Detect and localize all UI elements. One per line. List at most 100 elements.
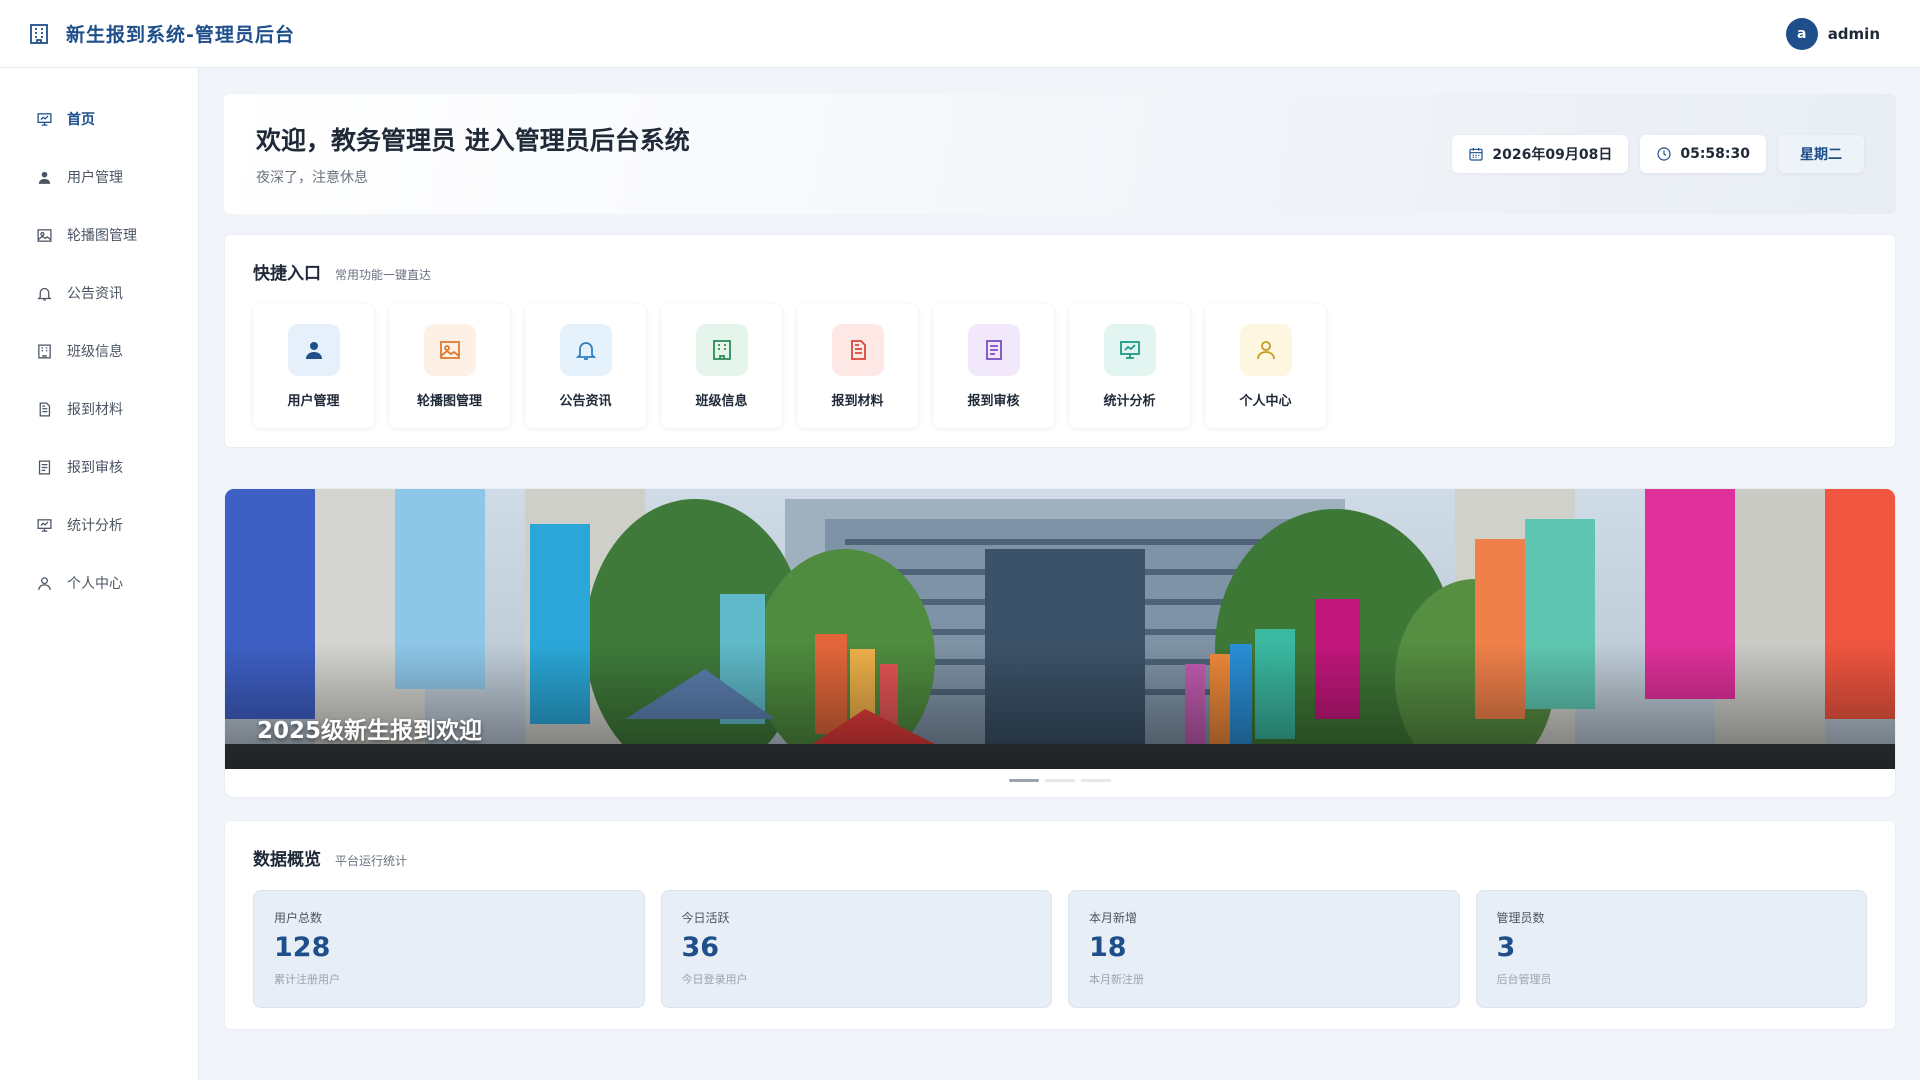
brand[interactable]: 新生报到系统-管理员后台 <box>26 20 295 47</box>
sidebar-item-users[interactable]: 用户管理 <box>0 148 198 206</box>
quick-item-label: 个人中心 <box>1239 393 1292 409</box>
presentation-icon <box>37 112 52 126</box>
weekday-chip: 星期二 <box>1778 135 1864 173</box>
stats-grid: 用户总数 128 累计注册用户 今日活跃 36 今日登录用户 本月新增 18 本… <box>253 890 1867 1008</box>
quick-item-label: 轮播图管理 <box>416 393 482 409</box>
quick-item-statistics[interactable]: 统计分析 <box>1069 304 1190 428</box>
data-overview-panel: 数据概览 平台运行统计 用户总数 128 累计注册用户 今日活跃 36 今日登录… <box>224 820 1896 1030</box>
profile-icon <box>1239 323 1292 376</box>
sidebar-item-label: 统计分析 <box>67 518 123 534</box>
main-content: 欢迎，教务管理员 进入管理员后台系统 夜深了，注意休息 2026年09月08日 … <box>224 94 1896 1030</box>
sidebar-item-label: 公告资讯 <box>67 286 123 302</box>
document-icon <box>831 323 884 376</box>
stat-description: 累计注册用户 <box>274 973 340 986</box>
sidebar-item-statistics[interactable]: 统计分析 <box>0 496 198 554</box>
sidebar-item-label: 报到审核 <box>67 460 123 476</box>
stat-card-new-this-month: 本月新增 18 本月新注册 <box>1068 890 1460 1008</box>
quick-item-label: 报到审核 <box>967 393 1020 409</box>
banner-caption: 2025级新生报到欢迎 <box>257 718 483 744</box>
building-icon <box>38 343 51 359</box>
building-icon <box>26 21 52 47</box>
quick-item-label: 报到材料 <box>831 393 884 409</box>
image-icon <box>423 323 476 376</box>
section-subtitle: 常用功能一键直达 <box>335 268 432 282</box>
stat-value: 3 <box>1496 932 1516 963</box>
checklist-icon <box>967 323 1020 376</box>
time-chip: 05:58:30 <box>1640 135 1766 173</box>
quick-item-announcements[interactable]: 公告资讯 <box>525 304 646 428</box>
section-subtitle: 平台运行统计 <box>335 854 408 868</box>
quick-item-carousel[interactable]: 轮播图管理 <box>389 304 510 428</box>
datetime-group: 2026年09月08日 05:58:30 星期二 <box>1452 135 1864 173</box>
stat-description: 后台管理员 <box>1496 973 1552 986</box>
image-icon <box>37 228 52 242</box>
stat-label: 管理员数 <box>1496 911 1545 925</box>
sidebar-item-label: 轮播图管理 <box>67 228 137 244</box>
sidebar: 首页 用户管理 轮播图管理 公告资讯 班级信息 报到材料 报到审核 统计分析 个… <box>0 68 199 1080</box>
avatar[interactable]: a <box>1785 17 1818 50</box>
sidebar-item-label: 报到材料 <box>67 402 123 418</box>
app-title: 新生报到系统-管理员后台 <box>66 24 295 46</box>
welcome-text: 欢迎，教务管理员 进入管理员后台系统 夜深了，注意休息 <box>256 121 690 187</box>
quick-item-users[interactable]: 用户管理 <box>253 304 374 428</box>
stat-description: 本月新注册 <box>1089 973 1144 986</box>
section-title: 数据概览 <box>253 850 321 870</box>
sidebar-item-label: 首页 <box>67 112 95 128</box>
overview-header: 数据概览 平台运行统计 <box>253 845 1867 870</box>
sidebar-item-label: 班级信息 <box>67 344 123 360</box>
checklist-icon <box>38 459 51 475</box>
stat-card-active-today: 今日活跃 36 今日登录用户 <box>660 890 1052 1008</box>
sidebar-item-home[interactable]: 首页 <box>0 90 198 148</box>
stat-label: 用户总数 <box>274 911 323 925</box>
username[interactable]: admin <box>1828 25 1880 43</box>
carousel-indicators <box>1009 779 1111 782</box>
quick-access-header: 快捷入口 常用功能一键直达 <box>253 259 1867 284</box>
bell-icon <box>559 323 612 376</box>
chart-board-icon <box>1103 323 1156 376</box>
welcome-title: 欢迎，教务管理员 进入管理员后台系统 <box>256 126 690 155</box>
sidebar-item-label: 个人中心 <box>67 576 123 592</box>
carousel-dot[interactable] <box>1009 779 1039 782</box>
sidebar-item-profile[interactable]: 个人中心 <box>0 554 198 612</box>
quick-item-label: 班级信息 <box>695 393 748 409</box>
banner-carousel[interactable]: 2025级新生报到欢迎 <box>224 488 1896 798</box>
stat-label: 本月新增 <box>1089 911 1138 925</box>
sidebar-item-materials[interactable]: 报到材料 <box>0 380 198 438</box>
date-chip: 2026年09月08日 <box>1452 135 1629 173</box>
sidebar-item-carousel[interactable]: 轮播图管理 <box>0 206 198 264</box>
quick-access-grid: 用户管理 轮播图管理 公告资讯 班级信息 报到材料 报到审核 统计分析 个人中心 <box>253 304 1867 428</box>
stat-value: 18 <box>1089 932 1127 963</box>
quick-item-label: 公告资讯 <box>559 393 612 409</box>
user-icon <box>38 171 51 184</box>
quick-item-materials[interactable]: 报到材料 <box>797 304 918 428</box>
sidebar-item-label: 用户管理 <box>67 170 123 186</box>
carousel-dot[interactable] <box>1081 779 1111 782</box>
quick-item-label: 用户管理 <box>287 393 340 409</box>
quick-item-review[interactable]: 报到审核 <box>933 304 1054 428</box>
profile-icon <box>38 576 51 590</box>
sidebar-item-review[interactable]: 报到审核 <box>0 438 198 496</box>
sidebar-item-classes[interactable]: 班级信息 <box>0 322 198 380</box>
welcome-subtitle: 夜深了，注意休息 <box>256 170 368 186</box>
top-header: 新生报到系统-管理员后台 a admin <box>0 0 1920 68</box>
document-icon <box>39 401 51 417</box>
stat-label: 今日活跃 <box>681 911 730 925</box>
carousel-dot[interactable] <box>1045 779 1075 782</box>
quick-item-classes[interactable]: 班级信息 <box>661 304 782 428</box>
section-title: 快捷入口 <box>253 264 321 284</box>
time-text: 05:58:30 <box>1680 146 1750 162</box>
stat-value: 128 <box>274 932 331 963</box>
stat-card-admins: 管理员数 3 后台管理员 <box>1475 890 1867 1008</box>
quick-item-profile[interactable]: 个人中心 <box>1205 304 1326 428</box>
bell-icon <box>37 287 52 301</box>
calendar-icon <box>1469 148 1484 161</box>
user-menu[interactable]: a admin <box>1785 17 1880 50</box>
stat-description: 今日登录用户 <box>681 973 748 986</box>
quick-item-label: 统计分析 <box>1103 393 1156 409</box>
welcome-panel: 欢迎，教务管理员 进入管理员后台系统 夜深了，注意休息 2026年09月08日 … <box>224 94 1896 214</box>
sidebar-item-announcements[interactable]: 公告资讯 <box>0 264 198 322</box>
user-icon <box>287 323 340 376</box>
chart-board-icon <box>37 518 52 532</box>
stat-value: 36 <box>681 932 720 963</box>
quick-access-panel: 快捷入口 常用功能一键直达 用户管理 轮播图管理 公告资讯 班级信息 报到材料 … <box>224 234 1896 448</box>
